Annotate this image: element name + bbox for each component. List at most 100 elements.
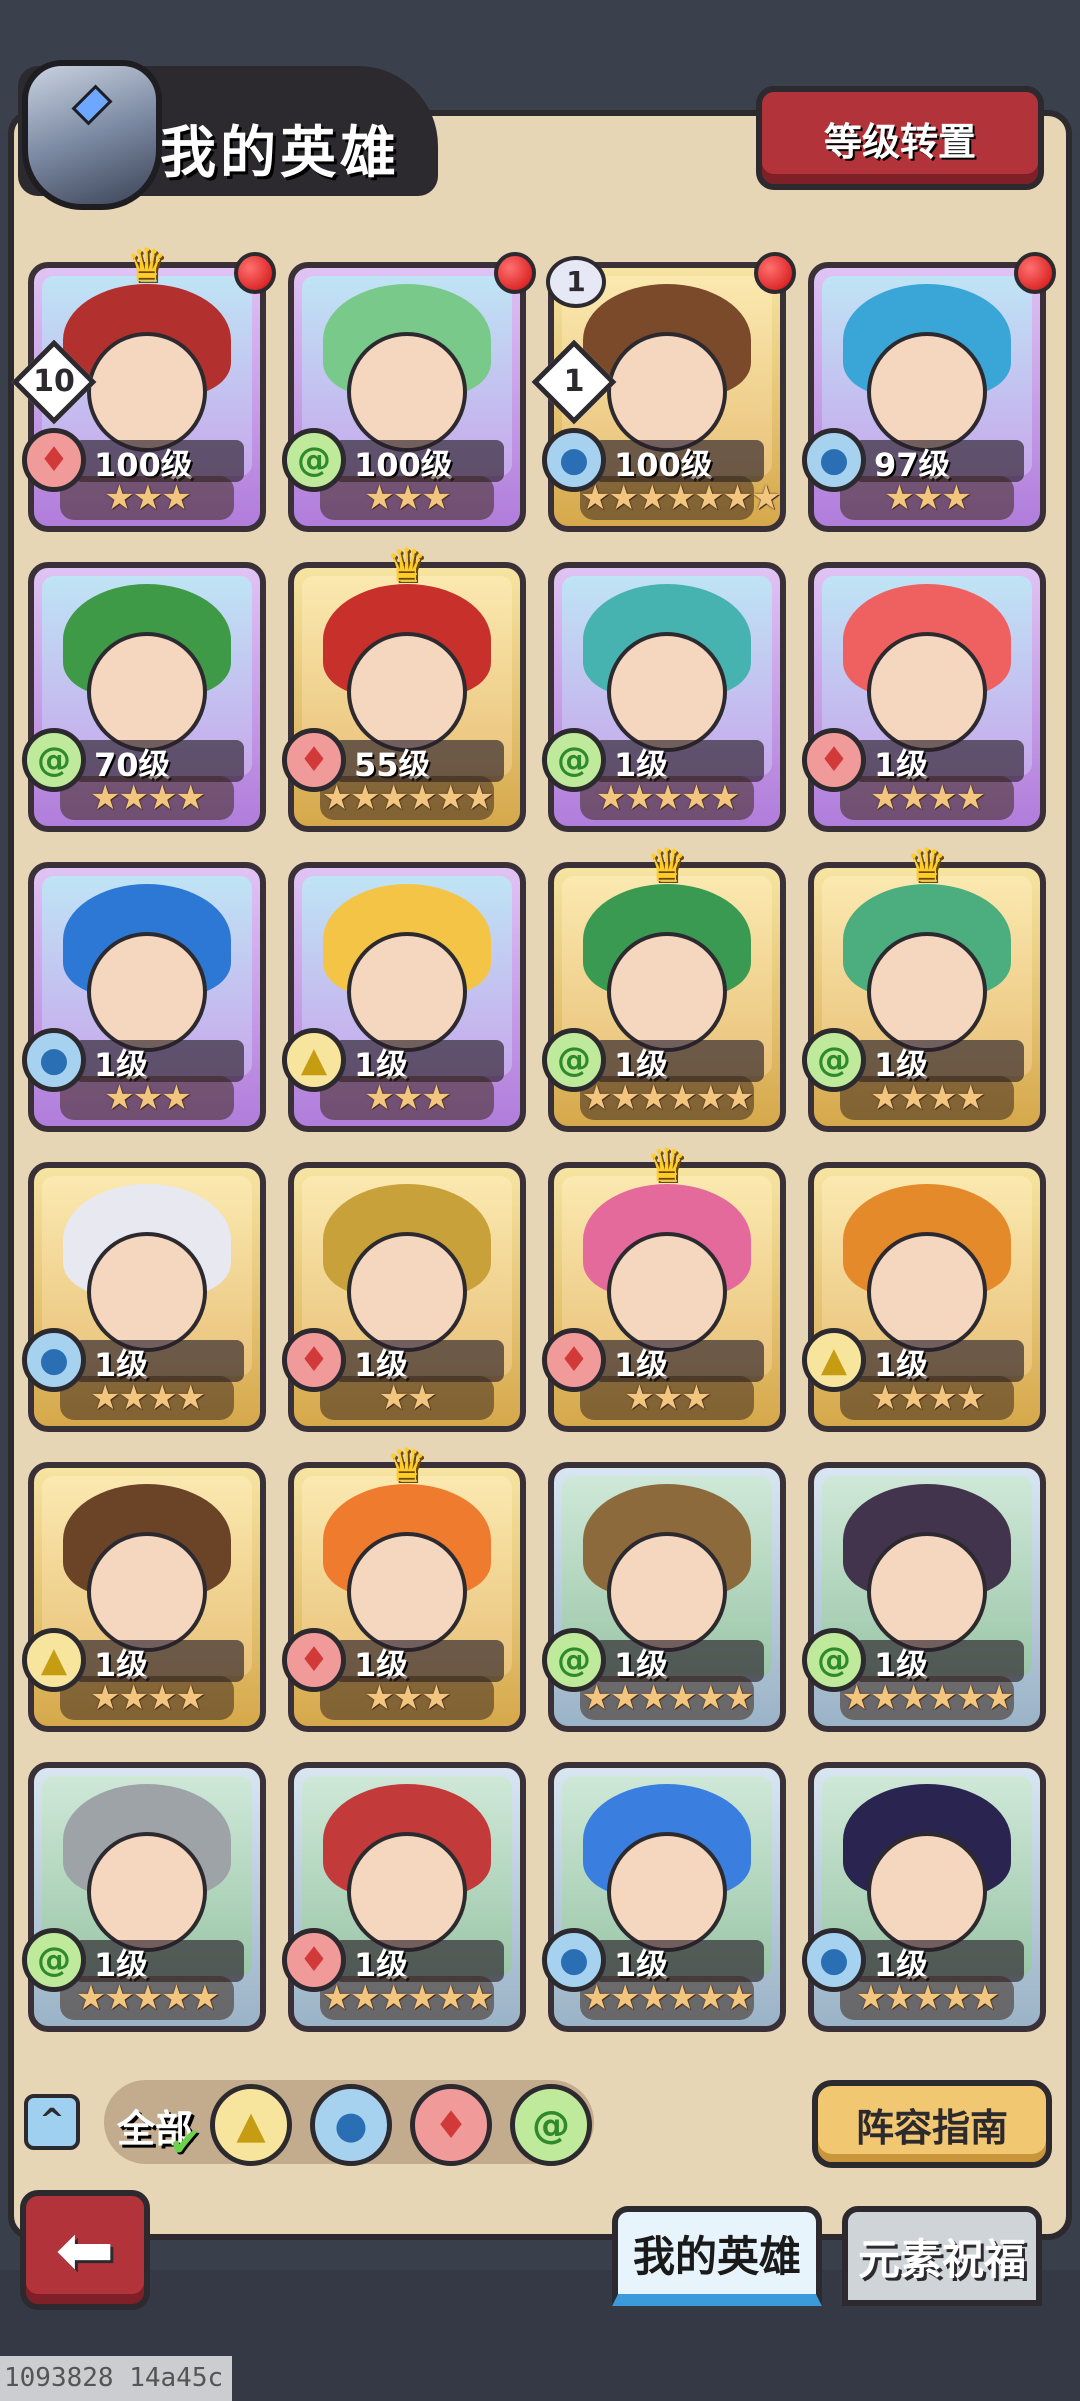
red-dot-notification-icon [1014,252,1056,294]
hero-card[interactable]: 55级★★★★★★♛ [282,538,526,832]
wind-element-icon [542,1028,606,1092]
wind-element-icon [542,728,606,792]
hero-face [607,632,727,752]
check-icon: ✔ [168,2120,202,2166]
hero-card[interactable]: 1级 ★★★★ [22,1462,266,1732]
fire-element-icon [282,1928,346,1992]
hero-card[interactable]: 70级 ★★★★ [22,562,266,832]
hero-card[interactable]: 1级★★★♛ [282,1438,526,1732]
hero-card[interactable]: 1级 ★★★ [282,862,526,1132]
hero-face [867,932,987,1052]
hero-face [607,1232,727,1352]
hero-face [87,1832,207,1952]
rank-badge-value: 1 [563,364,585,399]
hero-card[interactable]: 1级 ★★★★★★ [542,1462,786,1732]
hero-card[interactable]: 1级★★★♛ [542,1138,786,1432]
hero-card[interactable]: 1级★★★★★★♛ [542,838,786,1132]
hero-card[interactable]: 1级 ★★★★ [22,1162,266,1432]
hero-card[interactable]: 1级 ★★★★★★ [282,1762,526,2032]
gem-icon [71,84,113,126]
hero-card[interactable]: 97级 ★★★ [802,252,1056,532]
hero-face [347,632,467,752]
water-element-icon [22,1028,86,1092]
hero-stars: ★★★★★ [60,1976,234,2020]
hero-card[interactable]: 1级 ★★★★★ [802,1762,1046,2032]
hero-stars: ★★★ [60,476,234,520]
water-element-icon [542,428,606,492]
hero-stars: ★★★★★★ [320,1976,494,2020]
rank-badge-value: 10 [33,364,75,399]
tab-element-blessing[interactable]: 元素祝福 [842,2206,1042,2306]
lineup-guide-button[interactable]: 阵容指南 [812,2080,1052,2168]
footer-id-label: 1093828 14a45c [0,2356,232,2401]
hero-stars: ★★★ [580,1376,754,1420]
crown-icon: ♛ [646,838,688,892]
hero-face [347,332,467,452]
hero-face [867,632,987,752]
level-reset-button[interactable]: 等级转置 [756,86,1044,190]
hero-stars: ★★ [320,1376,494,1420]
hero-stars: ★★★ [320,1676,494,1720]
crown-icon: ♛ [646,1138,688,1192]
hero-stars: ★★★ [840,476,1014,520]
hero-card[interactable]: 1级 ★★★★★ [22,1762,266,2032]
hero-face [347,932,467,1052]
wind-element-icon [542,1628,606,1692]
hero-card[interactable]: 1级★★★★♛ [802,838,1046,1132]
hero-face [347,1232,467,1352]
crown-icon: ♛ [386,538,428,592]
hero-face [867,1832,987,1952]
hero-card[interactable]: 1级 ★★ [282,1162,526,1432]
fire-element-icon [22,428,86,492]
hero-stars: ★★★★ [60,1676,234,1720]
red-dot-notification-icon [234,252,276,294]
crown-icon: ♛ [386,1438,428,1492]
hero-face [347,1532,467,1652]
hero-card[interactable]: 1级 ★★★★★★ [542,1762,786,2032]
filter-water[interactable] [310,2084,392,2166]
back-button[interactable]: ⬅ [20,2190,150,2310]
hero-face [87,1232,207,1352]
wind-element-icon [22,1928,86,1992]
hero-stars: ★★★★★★ [320,776,494,820]
fire-element-icon [282,728,346,792]
earth-element-icon [282,1028,346,1092]
hero-face [867,332,987,452]
hero-card[interactable]: 100级★★★♛10 [11,238,276,532]
hero-face [87,1532,207,1652]
hero-stars: ★★★★★ [840,1976,1014,2020]
wind-element-icon [282,428,346,492]
fire-element-icon [542,1328,606,1392]
hero-face [87,632,207,752]
hero-stars: ★★★ [320,1076,494,1120]
hero-face [867,1532,987,1652]
filter-earth[interactable] [210,2084,292,2166]
hero-stars: ★★★ [60,1076,234,1120]
hero-card[interactable]: 100级★★★★★★★11 [531,252,796,532]
hero-card[interactable]: 1级 ★★★★★ [542,562,786,832]
hero-stars: ★★★★ [840,1376,1014,1420]
hero-face [607,332,727,452]
hero-face [607,1532,727,1652]
filter-wind[interactable] [510,2084,592,2166]
tab-my-heroes[interactable]: 我的英雄 [612,2206,822,2306]
hero-card[interactable]: 100级 ★★★ [282,252,536,532]
helmet-icon [22,60,162,210]
hero-stars: ★★★★ [840,776,1014,820]
hero-card[interactable]: 1级 ★★★★★★ [802,1462,1046,1732]
hero-card[interactable]: 1级 ★★★★ [802,1162,1046,1432]
red-dot-notification-icon [754,252,796,294]
hero-stars: ★★★★ [60,1376,234,1420]
collapse-up-button[interactable]: ^ [24,2094,80,2150]
hero-grid: 100级★★★♛10100级★★★100级★★★★★★★1197级★★★ 70级★… [11,238,1056,2032]
filter-fire[interactable] [410,2084,492,2166]
filter-all[interactable]: 全部 ✔ [114,2084,202,2167]
hero-face [87,932,207,1052]
hero-card[interactable]: 1级 ★★★★ [802,562,1046,832]
earth-element-icon [22,1628,86,1692]
hero-card[interactable]: 1级 ★★★ [22,862,266,1132]
page-title: 我的英雄 [160,121,400,186]
hero-face [867,1232,987,1352]
hero-face [607,932,727,1052]
fire-element-icon [802,728,866,792]
